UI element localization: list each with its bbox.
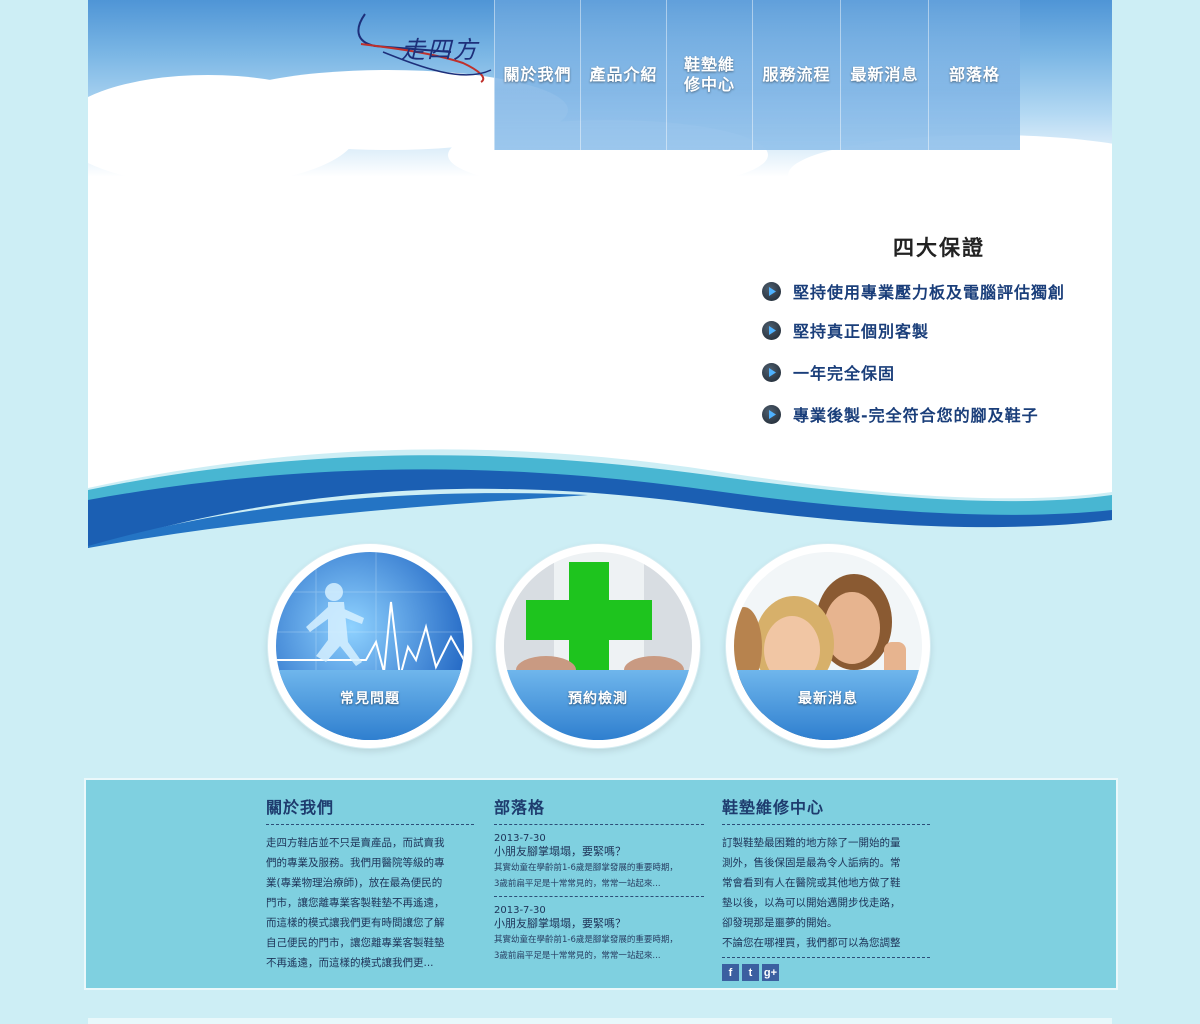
blog-post-excerpt: 其實幼童在學齡前1-6歲是腳掌發展的重要時期， xyxy=(494,935,678,945)
nav-tab-label: 最新消息 xyxy=(850,65,919,84)
appointment-image: 預約檢測 xyxy=(504,552,692,740)
guarantee-item: 堅持使用專業壓力板及電腦評估獨創 xyxy=(762,279,1065,303)
news-label: 最新消息 xyxy=(798,691,858,707)
nav-tab-news[interactable]: 最新消息 xyxy=(840,0,928,150)
guarantee-item: 一年完全保固 xyxy=(762,360,895,384)
news-circle-button[interactable]: 最新消息 xyxy=(726,544,930,748)
footer-panel: 關於我們 走四方鞋店並不只是賣產品，而試賣我 們的專業及服務。我們用醫院等級的專… xyxy=(84,778,1118,990)
blog-post-title[interactable]: 小朋友腳掌塌塌，要緊嗎？ xyxy=(494,916,704,932)
blog-post-title[interactable]: 小朋友腳掌塌塌，要緊嗎？ xyxy=(494,844,704,860)
guarantee-text: 堅持使用專業壓力板及電腦評估獨創 xyxy=(793,283,1066,302)
repair-divider xyxy=(722,957,930,958)
post-divider xyxy=(494,896,704,897)
social-links: f t g+ xyxy=(722,964,930,981)
blog-post[interactable]: 2013-7-30 小朋友腳掌塌塌，要緊嗎？ 其實幼童在學齡前1-6歲是腳掌發展… xyxy=(494,833,704,892)
footer-blog-title[interactable]: 部落格 xyxy=(494,794,704,825)
appointment-circle-button[interactable]: 預約檢測 xyxy=(496,544,700,748)
blog-post-excerpt: 其實幼童在學齡前1-6歲是腳掌發展的重要時期， xyxy=(494,863,678,873)
faq-label: 常見問題 xyxy=(340,691,400,707)
logo-text: 走四方 xyxy=(401,36,479,64)
hero-banner: 走四方 關於我們 產品介紹 鞋墊維 修中心 服務流程 最新消息 部落格 xyxy=(88,0,1112,550)
google-plus-icon[interactable]: g+ xyxy=(762,964,779,981)
blog-post-date: 2013-7-30 xyxy=(494,833,546,844)
bottom-strip xyxy=(88,1018,1112,1024)
nav-tab-label: 產品介紹 xyxy=(589,65,658,84)
footer-repair-column: 鞋墊維修中心 訂製鞋墊最困難的地方除了一開始的量 測外，售後保固是最為令人詬病的… xyxy=(722,794,930,981)
brand-logo[interactable]: 走四方 xyxy=(353,8,493,86)
faq-circle-button[interactable]: 常見問題 xyxy=(268,544,472,748)
guarantee-item: 堅持真正個別客製 xyxy=(762,318,929,342)
nav-tab-about[interactable]: 關於我們 xyxy=(494,0,580,150)
guarantee-item: 專業後製-完全符合您的腳及鞋子 xyxy=(762,402,1039,426)
footer-repair-text: 訂製鞋墊最困難的地方除了一開始的量 測外，售後保固是最為令人詬病的。常 常會看到… xyxy=(722,837,901,949)
footer-blog-column: 部落格 2013-7-30 小朋友腳掌塌塌，要緊嗎？ 其實幼童在學齡前1-6歲是… xyxy=(494,794,704,964)
blog-post-excerpt: 3歲前扁平足是十常常見的，常常一站起來... xyxy=(494,951,661,961)
appointment-label: 預約檢測 xyxy=(568,691,628,707)
blog-post[interactable]: 2013-7-30 小朋友腳掌塌塌，要緊嗎？ 其實幼童在學齡前1-6歲是腳掌發展… xyxy=(494,905,704,964)
nav-tab-label: 服務流程 xyxy=(762,65,831,84)
faq-image: 常見問題 xyxy=(276,552,464,740)
nav-tab-products[interactable]: 產品介紹 xyxy=(580,0,666,150)
nav-tab-repair-center[interactable]: 鞋墊維 修中心 xyxy=(666,0,752,150)
play-bullet-icon xyxy=(762,362,781,382)
play-bullet-icon xyxy=(762,320,781,340)
nav-tab-label: 部落格 xyxy=(948,65,1000,84)
news-image: 最新消息 xyxy=(734,552,922,740)
blog-post-date: 2013-7-30 xyxy=(494,905,546,916)
nav-tab-label: 鞋墊維 修中心 xyxy=(683,55,735,94)
footer-about-title[interactable]: 關於我們 xyxy=(266,794,474,825)
play-bullet-icon xyxy=(762,404,781,424)
play-bullet-icon xyxy=(762,281,781,301)
guarantee-text: 一年完全保固 xyxy=(793,364,896,383)
footer-about-text: 走四方鞋店並不只是賣產品，而試賣我 們的專業及服務。我們用醫院等級的專 業(專業… xyxy=(266,837,445,969)
nav-tab-label: 關於我們 xyxy=(503,65,572,84)
footer-repair-title[interactable]: 鞋墊維修中心 xyxy=(722,794,930,825)
nav-tab-service-process[interactable]: 服務流程 xyxy=(752,0,840,150)
blog-post-excerpt: 3歲前扁平足是十常常見的，常常一站起來... xyxy=(494,879,661,889)
guarantee-text: 堅持真正個別客製 xyxy=(793,322,930,341)
guarantee-text: 專業後製-完全符合您的腳及鞋子 xyxy=(793,406,1039,425)
footer-about-column: 關於我們 走四方鞋店並不只是賣產品，而試賣我 們的專業及服務。我們用醫院等級的專… xyxy=(266,794,474,973)
facebook-icon[interactable]: f xyxy=(722,964,739,981)
guarantee-title: 四大保證 xyxy=(893,236,985,260)
nav-tab-blog[interactable]: 部落格 xyxy=(928,0,1020,150)
twitter-icon[interactable]: t xyxy=(742,964,759,981)
